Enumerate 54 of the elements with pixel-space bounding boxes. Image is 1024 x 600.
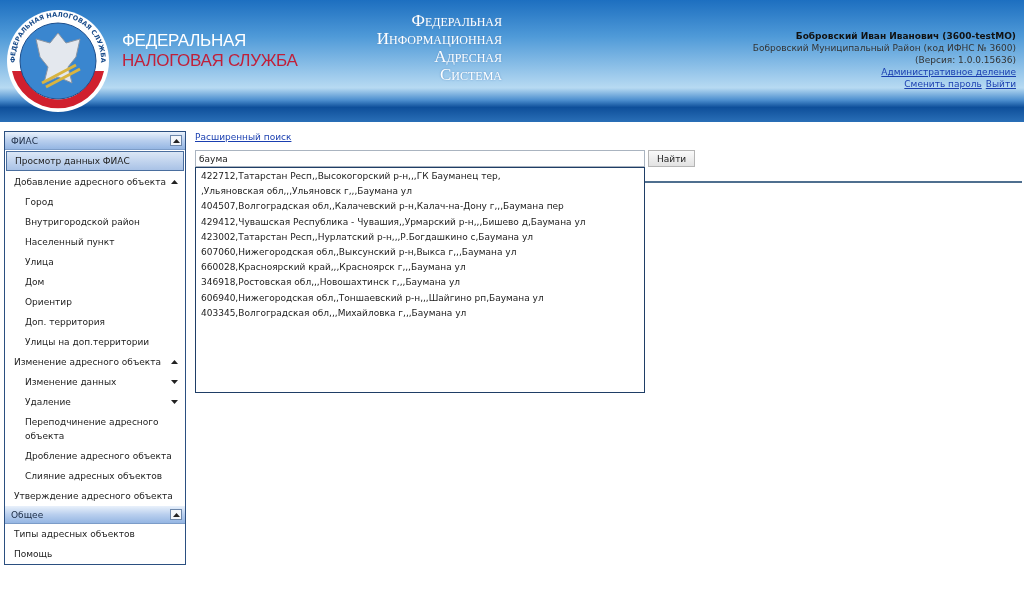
caret-icon [172,512,180,517]
suggestion-item[interactable]: 404507,Волгоградская обл,,Калачевский р-н,Калач-на-Дону г,,,Баумана пер [201,199,639,215]
menu-item[interactable]: Улицы на доп.территории [5,332,185,352]
menu-item[interactable]: Утверждение адресного объекта [5,486,185,506]
menu-item[interactable]: Дом [5,272,185,292]
district-name: Бобровский Муниципальный Район (код ИФНС № 3600) [752,42,1016,54]
search-field[interactable]: баума [195,150,645,167]
system-name: Адресная [434,48,502,66]
collapse-icon [171,180,178,184]
menu-item[interactable]: Изменение адресного объекта [5,352,185,372]
collapse-icon [171,360,178,364]
suggestion-item[interactable]: 607060,Нижегородская обл,,Выксунский р-н,Выкса г,,,Баумана ул [201,245,639,261]
menu-item[interactable]: Слияние адресных объектов [5,466,185,486]
menu-item[interactable]: Населенный пункт [5,232,185,252]
menu-item[interactable]: Типы адресных объектов [5,524,185,544]
collapse-button[interactable] [170,135,182,146]
menu-item[interactable]: Просмотр данных ФИАС [6,151,184,171]
suggestion-item[interactable]: 660028,Красноярский край,,,Красноярск г,,,Баумана ул [201,260,639,276]
suggestion-item[interactable]: 423002,Татарстан Респ,,Нурлатский р-н,,,Р.Богдашкино с,Баумана ул [201,229,639,245]
header-link[interactable]: Выйти [985,78,1016,90]
system-name: Информационная [376,30,502,48]
system-name: Федеральная [411,12,502,30]
service-name: ФЕДЕРАЛЬНАЯ [122,31,247,51]
menu-item[interactable]: Удаление [5,392,185,412]
service-name: НАЛОГОВАЯ СЛУЖБА [122,51,299,71]
suggestion-item[interactable]: 422712,Татарстан Респ,,Высокогорский р-н,,,ГК Бауманец тер, [201,169,639,185]
user-name: Бобровский Иван Иванович (3600-testMO) [795,30,1016,42]
suggestion-item[interactable]: 429412,Чувашская Республика - Чувашия,,Урмарский р-н,,,Бишево д,Баумана ул [201,214,639,230]
section-title: Общее [11,509,44,520]
expand-icon [171,380,178,384]
suggestion-item[interactable]: 606940,Нижегородская обл,,Тоншаевский р-н,,,Шайгино рп,Баумана ул [201,290,639,306]
menu-item[interactable]: Переподчинение адресного объекта [5,412,185,446]
system-name: Система [440,66,502,84]
suggestion-item[interactable]: 346918,Ростовская обл,,,Новошахтинск г,,,Баумана ул [201,275,639,291]
menu-item[interactable]: Город [5,192,185,212]
menu-item[interactable]: Помощь [5,544,185,564]
version-text: (Версия: 1.0.0.15636) [915,54,1016,66]
menu-item[interactable]: Ориентир [5,292,185,312]
menu-item[interactable]: Добавление адресного объекта [5,172,185,192]
search-button[interactable]: Найти [648,150,696,167]
suggestion-item[interactable]: 403345,Волгоградская обл,,,Михайловка г,,,Баумана ул [201,305,639,322]
collapse-button[interactable] [170,509,182,520]
section-title: ФИАС [11,135,38,146]
menu-item[interactable]: Изменение данных [5,372,185,392]
header-link[interactable]: Сменить пароль [904,78,982,90]
menu-item[interactable]: Улица [5,252,185,272]
menu-item[interactable]: Доп. территория [5,312,185,332]
expand-icon [171,400,178,404]
menu-item[interactable]: Внутригородской район [5,212,185,232]
menu-item[interactable]: Дробление адресного объекта [5,446,185,466]
advanced-search-link[interactable]: Расширенный поиск [195,132,292,142]
header-link[interactable]: Административное деление [881,66,1016,78]
suggestion-item[interactable]: ,Ульяновская обл,,,Ульяновск г,,,Баумана ул [201,184,639,200]
caret-icon [172,138,180,143]
